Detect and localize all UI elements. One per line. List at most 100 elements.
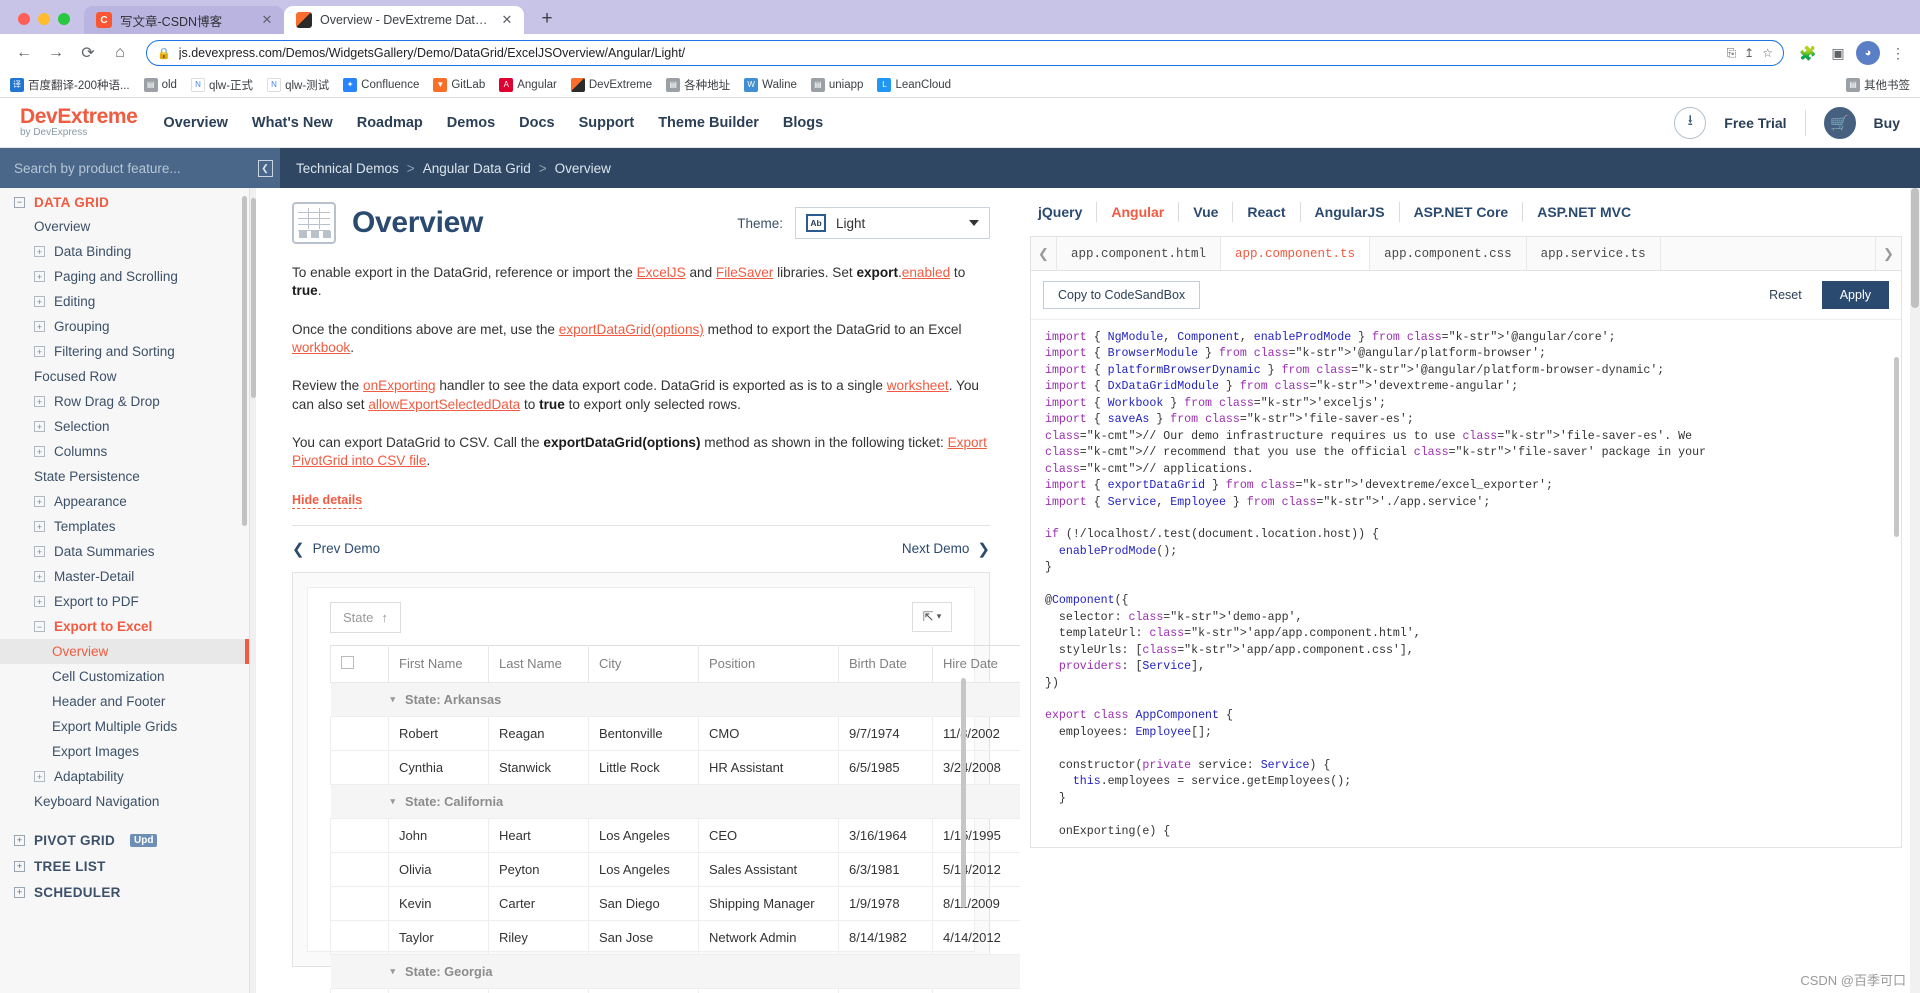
other-bookmarks-button[interactable]: ▤ 其他书签 <box>1846 77 1910 93</box>
bookmark-item[interactable]: Nqlw-测试 <box>267 77 329 93</box>
reload-icon[interactable]: ⟳ <box>74 39 102 67</box>
close-window-button[interactable] <box>18 13 30 25</box>
expand-toggle-icon[interactable]: + <box>34 521 45 532</box>
row-select-cell[interactable] <box>330 885 389 921</box>
expand-toggle-icon[interactable]: + <box>34 771 45 782</box>
inline-link[interactable]: FileSaver <box>716 265 773 280</box>
file-tab-app-component-css[interactable]: app.component.css <box>1370 237 1527 270</box>
tab-aspnet-core[interactable]: ASP.NET Core <box>1400 202 1524 222</box>
share-icon[interactable]: ↥ <box>1744 46 1754 60</box>
expand-toggle-icon[interactable]: + <box>34 346 45 357</box>
free-trial-label[interactable]: Free Trial <box>1724 115 1786 131</box>
buy-label[interactable]: Buy <box>1874 115 1900 131</box>
table-row[interactable]: Cynthia Stanwick Little Rock HR Assistan… <box>330 749 1020 785</box>
collapse-toggle-icon[interactable]: − <box>14 197 25 208</box>
nav-support[interactable]: Support <box>579 115 635 131</box>
table-row[interactable]: Kevin Carter San Diego Shipping Manager … <box>330 885 1020 921</box>
bookmark-item[interactable]: ✦ Confluence <box>343 77 419 92</box>
inline-link[interactable]: onExporting <box>363 378 436 393</box>
sidebar-item-focused-row[interactable]: Focused Row <box>0 364 249 389</box>
bookmark-item[interactable]: ▤ old <box>143 77 177 92</box>
column-header-position[interactable]: Position <box>698 644 839 683</box>
sidebar-item-filtering-and-sorting[interactable]: + Filtering and Sorting <box>0 339 249 364</box>
sidebar-item-overview[interactable]: Overview <box>0 214 249 239</box>
export-button[interactable]: ⇱ ▾ <box>912 601 952 632</box>
nav-demos[interactable]: Demos <box>447 115 495 131</box>
tab-vue[interactable]: Vue <box>1179 202 1234 222</box>
table-row[interactable]: Greta Sims Atlanta HR Manager 11/22/1977… <box>330 987 1020 993</box>
site-logo[interactable]: DevExtreme by DevExpress <box>20 106 138 139</box>
sidepanel-icon[interactable]: ▣ <box>1826 41 1850 65</box>
row-select-cell[interactable] <box>330 749 389 785</box>
bookmark-item[interactable]: A Angular <box>499 77 557 92</box>
collapse-group-icon[interactable]: ▾ <box>391 694 396 705</box>
expand-toggle-icon[interactable]: + <box>34 271 45 282</box>
collapse-group-icon[interactable]: ▾ <box>391 966 396 977</box>
tab-angularjs[interactable]: AngularJS <box>1301 202 1400 222</box>
select-all-checkbox[interactable] <box>341 655 354 669</box>
close-tab-icon[interactable]: ✕ <box>500 12 514 28</box>
expand-toggle-icon[interactable]: + <box>34 546 45 557</box>
back-icon[interactable]: ← <box>10 39 38 67</box>
prev-chevron-icon[interactable]: ❮ <box>292 540 305 558</box>
expand-toggle-icon[interactable]: + <box>34 246 45 257</box>
cart-icon[interactable]: 🛒 <box>1823 106 1856 139</box>
next-demo-link[interactable]: Next Demo <box>902 541 970 556</box>
sidebar-item-state-persistence[interactable]: State Persistence <box>0 464 249 489</box>
collapse-toggle-icon[interactable]: − <box>34 621 45 632</box>
chevron-down-icon[interactable]: ▾ <box>937 611 942 622</box>
column-header-hire-date[interactable]: Hire Date <box>932 644 1020 683</box>
prev-demo-link[interactable]: Prev Demo <box>313 541 381 556</box>
row-select-cell[interactable] <box>330 851 389 887</box>
address-bar[interactable]: 🔒 js.devexpress.com/Demos/WidgetsGallery… <box>146 40 1784 66</box>
tab-jquery[interactable]: jQuery <box>1034 202 1098 222</box>
maximize-window-button[interactable] <box>58 13 70 25</box>
search-input[interactable]: Search by product feature... <box>0 148 250 188</box>
page-scrollbar[interactable] <box>1910 188 1920 993</box>
expand-toggle-icon[interactable]: + <box>34 571 45 582</box>
nav-theme-builder[interactable]: Theme Builder <box>658 115 759 131</box>
sidebar-group-pivot-grid[interactable]: + PIVOT GRID Upd <box>0 826 249 852</box>
sidebar-item-export-excel-overview[interactable]: Overview <box>0 639 249 664</box>
chevron-down-icon[interactable] <box>969 220 979 226</box>
forward-icon[interactable]: → <box>42 39 70 67</box>
breadcrumb-item-technical-demos[interactable]: Technical Demos <box>296 161 399 176</box>
close-tab-icon[interactable]: ✕ <box>260 12 274 28</box>
bookmark-item[interactable]: L LeanCloud <box>877 77 951 92</box>
bookmark-item[interactable]: W Waline <box>744 77 797 92</box>
tab-aspnet-mvc[interactable]: ASP.NET MVC <box>1523 202 1645 222</box>
table-row[interactable]: John Heart Los Angeles CEO 3/16/1964 1/1… <box>330 817 1020 853</box>
apply-button[interactable]: Apply <box>1821 281 1889 309</box>
sidebar-item-header-and-footer[interactable]: Header and Footer <box>0 689 249 714</box>
column-header-birth-date[interactable]: Birth Date <box>838 644 933 683</box>
bookmark-item[interactable]: ▤ uniapp <box>810 77 863 92</box>
code-source[interactable]: import { NgModule, Component, enableProd… <box>1031 320 1901 840</box>
bookmark-star-icon[interactable]: ☆ <box>1762 46 1773 60</box>
group-row-arkansas[interactable]: ▾ State: Arkansas <box>330 681 1020 717</box>
file-tab-app-service-ts[interactable]: app.service.ts <box>1527 237 1661 270</box>
table-row[interactable]: Robert Reagan Bentonville CMO 9/7/1974 1… <box>330 715 1020 751</box>
breadcrumb-item-angular-data-grid[interactable]: Angular Data Grid <box>423 161 531 176</box>
tab-angular[interactable]: Angular <box>1097 202 1180 222</box>
theme-select[interactable]: Ab Light <box>795 207 990 239</box>
sidebar-group-data-grid[interactable]: − DATA GRID <box>0 188 249 214</box>
extensions-icon[interactable]: 🧩 <box>1796 41 1820 65</box>
sidebar-item-export-to-excel[interactable]: − Export to Excel <box>0 614 249 639</box>
sidebar-item-templates[interactable]: + Templates <box>0 514 249 539</box>
sidebar-item-export-to-pdf[interactable]: + Export to PDF <box>0 589 249 614</box>
grid-scrollbar[interactable] <box>961 677 966 908</box>
row-select-cell[interactable] <box>330 919 389 955</box>
expand-toggle-icon[interactable]: + <box>34 321 45 332</box>
window-controls[interactable] <box>10 13 84 34</box>
column-header-first-name[interactable]: First Name <box>388 644 489 683</box>
expand-toggle-icon[interactable]: + <box>14 861 25 872</box>
reset-button[interactable]: Reset <box>1759 282 1812 308</box>
tab-react[interactable]: React <box>1233 202 1301 222</box>
group-panel-chip[interactable]: State ↑ <box>330 601 401 633</box>
nav-blogs[interactable]: Blogs <box>783 115 823 131</box>
expand-toggle-icon[interactable]: + <box>14 835 25 846</box>
expand-toggle-icon[interactable]: + <box>34 396 45 407</box>
sidebar-scrollbar[interactable] <box>242 196 247 526</box>
new-tab-button[interactable]: + <box>534 8 560 30</box>
file-tab-app-component-html[interactable]: app.component.html <box>1057 237 1222 270</box>
